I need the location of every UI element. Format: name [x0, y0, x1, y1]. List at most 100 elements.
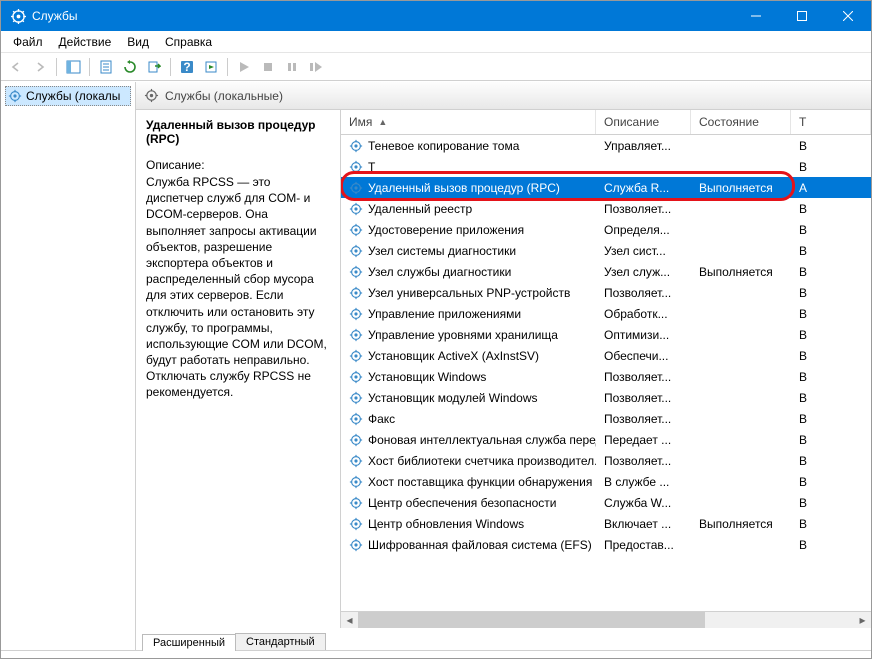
- scroll-track[interactable]: [358, 612, 854, 628]
- window-title: Службы: [32, 9, 733, 23]
- maximize-button[interactable]: [779, 1, 825, 31]
- show-hide-tree-button[interactable]: [62, 56, 84, 78]
- menu-action[interactable]: Действие: [51, 33, 120, 51]
- service-row[interactable]: ТВ: [341, 156, 871, 177]
- service-type: В: [791, 538, 811, 552]
- service-row[interactable]: Центр обеспечения безопасности Служба W..…: [341, 492, 871, 513]
- tab-standard[interactable]: Стандартный: [235, 633, 326, 650]
- svg-text:?: ?: [183, 60, 190, 74]
- description-label: Описание:: [146, 158, 330, 172]
- service-name: Теневое копирование тома: [368, 139, 519, 153]
- menu-file[interactable]: Файл: [5, 33, 51, 51]
- scroll-thumb[interactable]: [358, 612, 705, 628]
- service-row[interactable]: Удаленный вызов процедур (RPC)Служба R..…: [341, 177, 871, 198]
- service-desc: Служба W...: [596, 496, 691, 510]
- service-state: Выполняется: [691, 265, 791, 279]
- sort-asc-icon: ▲: [378, 117, 387, 127]
- app-icon: [11, 9, 26, 24]
- refresh-button[interactable]: [119, 56, 141, 78]
- service-row[interactable]: ФаксПозволяет...В: [341, 408, 871, 429]
- service-desc: В службе ...: [596, 475, 691, 489]
- service-type: В: [791, 160, 811, 174]
- service-icon: [349, 370, 363, 384]
- tree-root-node[interactable]: Службы (локалы: [5, 86, 131, 106]
- service-row[interactable]: Установщик WindowsПозволяет...В: [341, 366, 871, 387]
- service-row[interactable]: Узел универсальных PNP-устройств Позволяе…: [341, 282, 871, 303]
- service-desc: Позволяет...: [596, 412, 691, 426]
- scroll-right-button[interactable]: ▸: [854, 612, 871, 629]
- column-type[interactable]: Т: [791, 110, 871, 134]
- service-row[interactable]: Установщик модулей WindowsПозволяет...В: [341, 387, 871, 408]
- services-icon: [144, 88, 159, 103]
- service-name: Управление приложениями: [368, 307, 521, 321]
- service-type: В: [791, 349, 811, 363]
- service-row[interactable]: Фоновая интеллектуальная служба перед...…: [341, 429, 871, 450]
- tree-root-label: Службы (локалы: [26, 89, 120, 103]
- service-row[interactable]: Управление приложениямиОбработк...В: [341, 303, 871, 324]
- service-desc: Узел служ...: [596, 265, 691, 279]
- tab-extended[interactable]: Расширенный: [142, 634, 236, 651]
- content-pane: Службы (локальные) Удаленный вызов проце…: [136, 82, 871, 650]
- service-type: А: [791, 181, 811, 195]
- column-name[interactable]: Имя▲: [341, 110, 596, 134]
- service-row[interactable]: Хост библиотеки счетчика производител...…: [341, 450, 871, 471]
- service-row[interactable]: Центр обновления WindowsВключает ...Выпо…: [341, 513, 871, 534]
- services-window: Службы Файл Действие Вид Справка ?: [0, 0, 872, 659]
- service-icon: [349, 223, 363, 237]
- service-icon: [349, 433, 363, 447]
- service-name: Управление уровнями хранилища: [368, 328, 558, 342]
- service-icon: [349, 328, 363, 342]
- service-name: Центр обеспечения безопасности: [368, 496, 557, 510]
- service-row[interactable]: Теневое копирование томаУправляет...В: [341, 135, 871, 156]
- service-name: Удаленный реестр: [368, 202, 472, 216]
- minimize-button[interactable]: [733, 1, 779, 31]
- service-row[interactable]: Управление уровнями хранилищаОптимизи...…: [341, 324, 871, 345]
- service-desc: Предостав...: [596, 538, 691, 552]
- service-type: В: [791, 328, 811, 342]
- detail-column: Удаленный вызов процедур (RPC) Описание:…: [136, 110, 341, 628]
- menu-view[interactable]: Вид: [119, 33, 157, 51]
- service-name: Узел универсальных PNP-устройств: [368, 286, 570, 300]
- close-button[interactable]: [825, 1, 871, 31]
- service-type: В: [791, 265, 811, 279]
- description-text: Служба RPCSS — это диспетчер служб для C…: [146, 174, 330, 401]
- service-icon: [349, 244, 363, 258]
- export-button[interactable]: [143, 56, 165, 78]
- selected-service-name: Удаленный вызов процедур (RPC): [146, 118, 330, 146]
- service-type: В: [791, 391, 811, 405]
- tree-pane[interactable]: Службы (локалы: [1, 82, 136, 650]
- main-body: Службы (локалы Службы (локальные) Удален…: [1, 81, 871, 650]
- column-state[interactable]: Состояние: [691, 110, 791, 134]
- nav-back-button: [5, 56, 27, 78]
- nav-forward-button: [29, 56, 51, 78]
- service-row[interactable]: Удаленный реестрПозволяет...В: [341, 198, 871, 219]
- service-type: В: [791, 454, 811, 468]
- toolbar-action-button[interactable]: [200, 56, 222, 78]
- help-button[interactable]: ?: [176, 56, 198, 78]
- service-desc: Позволяет...: [596, 202, 691, 216]
- service-row[interactable]: Хост поставщика функции обнаружения В слу…: [341, 471, 871, 492]
- titlebar[interactable]: Службы: [1, 1, 871, 31]
- service-row[interactable]: Установщик ActiveX (AxInstSV)Обеспечи...…: [341, 345, 871, 366]
- column-description[interactable]: Описание: [596, 110, 691, 134]
- service-desc: Позволяет...: [596, 286, 691, 300]
- service-type: В: [791, 475, 811, 489]
- service-row[interactable]: Удостоверение приложенияОпределя...В: [341, 219, 871, 240]
- content-header: Службы (локальные): [136, 82, 871, 110]
- service-name: Хост библиотеки счетчика производител...: [368, 454, 596, 468]
- service-icon: [349, 496, 363, 510]
- horizontal-scrollbar[interactable]: ◂ ▸: [341, 611, 871, 628]
- service-row[interactable]: Узел службы диагностикиУзел служ...Выпол…: [341, 261, 871, 282]
- start-service-button: [233, 56, 255, 78]
- menu-help[interactable]: Справка: [157, 33, 220, 51]
- scroll-left-button[interactable]: ◂: [341, 612, 358, 629]
- service-icon: [349, 391, 363, 405]
- service-row[interactable]: Шифрованная файловая система (EFS)Предос…: [341, 534, 871, 555]
- service-row[interactable]: Узел системы диагностикиУзел сист...В: [341, 240, 871, 261]
- service-name: Хост поставщика функции обнаружения: [368, 475, 592, 489]
- properties-button[interactable]: [95, 56, 117, 78]
- service-icon: [349, 412, 363, 426]
- rows-container[interactable]: Теневое копирование томаУправляет...ВТВУ…: [341, 135, 871, 611]
- view-tabs: Расширенный Стандартный: [136, 628, 871, 650]
- service-icon: [349, 307, 363, 321]
